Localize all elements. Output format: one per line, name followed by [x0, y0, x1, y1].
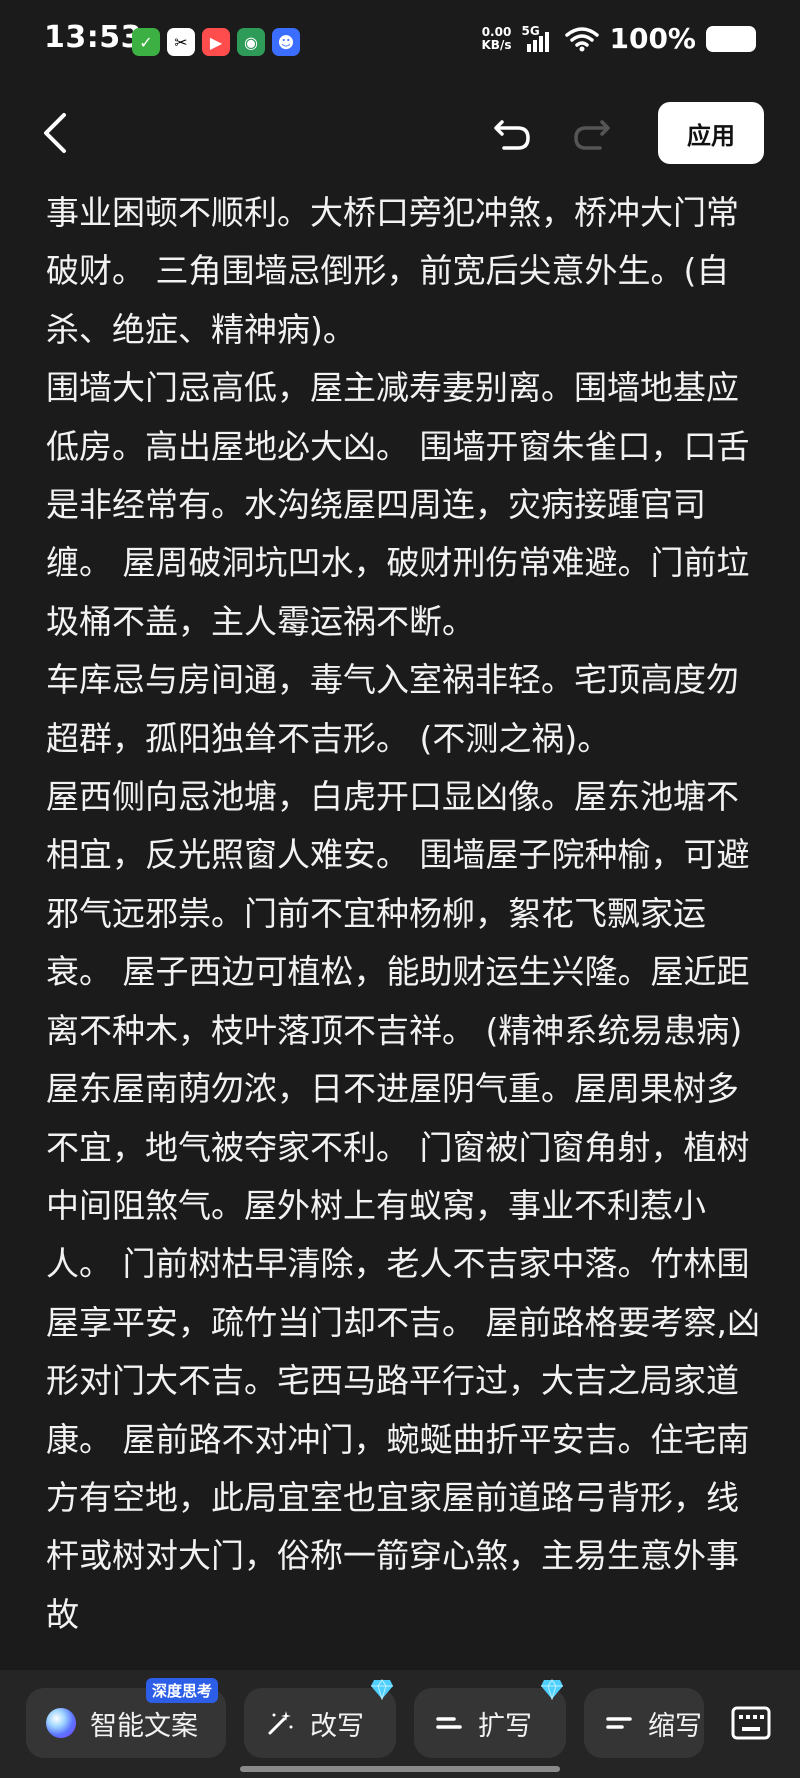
expand-icon — [436, 1717, 462, 1729]
paragraph: 屋西侧向忌池塘，白虎开口显凶像。屋东池塘不相宜，反光照窗人难安。 围墙屋子院种榆… — [46, 777, 750, 1050]
checklist-app-icon: ✓ — [132, 28, 160, 56]
text-editor[interactable]: 事业困顿不顺利。大桥口旁犯冲煞，桥冲大门常破财。 三角围墙忌倒形，前宽后尖意外生… — [46, 184, 762, 1674]
ai-orb-icon — [46, 1708, 76, 1738]
baidu-app-icon: ☻ — [272, 28, 300, 56]
battery-icon — [706, 25, 756, 52]
paragraph: 屋东屋南荫勿浓，日不进屋阴气重。屋周果树多不宜，地气被夺家不利。 门窗被门窗角射… — [46, 1069, 760, 1634]
net-speed: 0.00 KB/s — [481, 24, 512, 52]
undo-icon — [494, 120, 530, 150]
keyboard-icon — [731, 1706, 771, 1740]
video-app-icon: ▶ — [202, 28, 230, 56]
expand-button[interactable]: 扩写 — [414, 1679, 566, 1758]
shorten-button[interactable]: 缩写 — [584, 1688, 704, 1758]
notification-icons: ✓ ✂ ▶ ◉ ☻ — [132, 28, 300, 56]
paragraph: 围墙大门忌高低，屋主减寿妻别离。围墙地基应低房。高出屋地必大凶。 围墙开窗朱雀口… — [46, 368, 750, 641]
back-button[interactable] — [30, 108, 80, 158]
redo-icon — [574, 120, 610, 150]
diamond-icon — [371, 1679, 393, 1700]
net-speed-value: 0.00 — [481, 24, 512, 39]
chevron-left-icon — [44, 113, 66, 153]
diamond-icon — [541, 1679, 563, 1700]
rewrite-label: 改写 — [310, 1710, 364, 1742]
paragraph: 事业困顿不顺利。大桥口旁犯冲煞，桥冲大门常破财。 三角围墙忌倒形，前宽后尖意外生… — [46, 193, 739, 349]
home-indicator[interactable] — [240, 1766, 560, 1772]
keyboard-button[interactable] — [724, 1696, 778, 1750]
capcut-app-icon: ✂ — [167, 28, 195, 56]
apply-button[interactable]: 应用 — [658, 102, 764, 164]
expand-label: 扩写 — [478, 1710, 532, 1742]
green-app-icon: ◉ — [237, 28, 265, 56]
shorten-icon — [606, 1717, 632, 1729]
shorten-label: 缩写 — [648, 1710, 702, 1742]
smart-copy-label: 智能文案 — [90, 1710, 198, 1742]
net-speed-unit: KB/s — [481, 37, 512, 52]
smart-copy-button[interactable]: 智能文案 深度思考 — [26, 1678, 226, 1758]
status-indicators: 0.00 KB/s 5G 100% — [481, 22, 756, 55]
editor-toolbar: 应用 — [0, 96, 800, 176]
undo-button[interactable] — [488, 108, 538, 158]
wifi-icon — [565, 26, 600, 51]
deep-think-badge: 深度思考 — [146, 1678, 219, 1703]
rewrite-button[interactable]: 改写 — [244, 1679, 396, 1758]
ai-tools-bar: 智能文案 深度思考 改写 扩写 缩写 — [0, 1670, 800, 1778]
battery-percent: 100% — [609, 22, 696, 55]
cellular-signal-icon: 5G — [521, 24, 555, 54]
status-time: 13:53 — [44, 20, 142, 55]
magic-wand-icon — [268, 1711, 293, 1735]
redo-button[interactable] — [566, 108, 616, 158]
status-bar: 13:53 ✓ ✂ ▶ ◉ ☻ 0.00 KB/s 5G 100% — [0, 0, 800, 84]
paragraph: 车库忌与房间通，毒气入室祸非轻。宅顶高度勿超群，孤阳独耸不吉形。 (不测之祸)。 — [46, 660, 739, 758]
